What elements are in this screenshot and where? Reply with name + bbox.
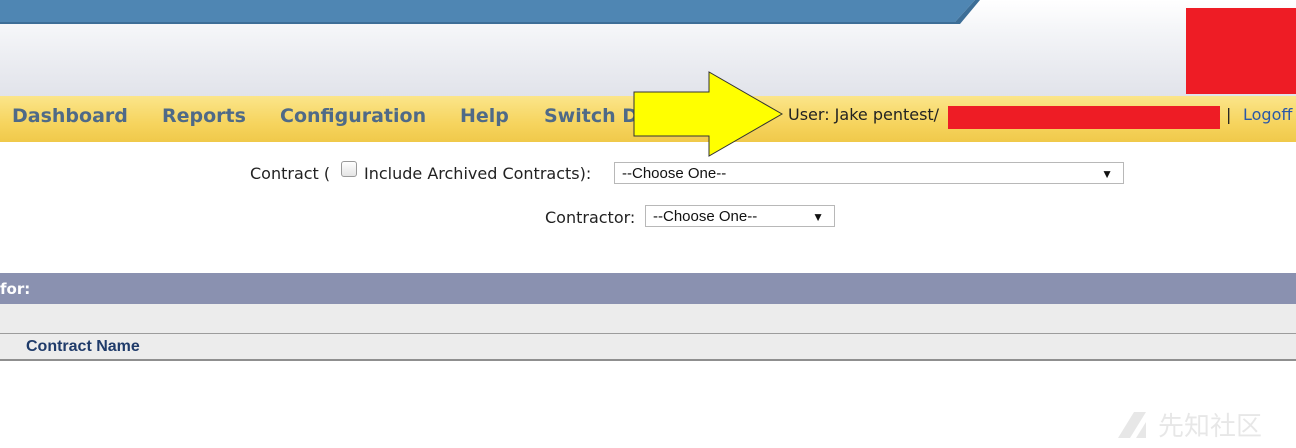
contract-select[interactable]: --Choose One-- ▼ bbox=[614, 162, 1124, 184]
nav-reports[interactable]: Reports bbox=[162, 96, 246, 142]
header-banner-band bbox=[0, 0, 980, 24]
watermark-text: 先知社区 bbox=[1158, 412, 1263, 442]
nav-configuration[interactable]: Configuration bbox=[280, 96, 426, 142]
redacted-logo bbox=[1186, 8, 1296, 94]
watermark: 先知社区 bbox=[1114, 404, 1284, 444]
chevron-down-icon: ▼ bbox=[1101, 167, 1113, 181]
results-table-header: Contract Name bbox=[0, 334, 1296, 361]
include-archived-label: Include Archived Contracts): bbox=[364, 164, 592, 183]
chevron-down-icon: ▼ bbox=[812, 210, 824, 224]
nav-help[interactable]: Help bbox=[460, 96, 509, 142]
nav-separator: | bbox=[1226, 105, 1232, 124]
app-header bbox=[0, 0, 1296, 96]
watermark-logo-icon bbox=[1118, 412, 1146, 438]
contract-label: Contract ( bbox=[250, 164, 331, 183]
redacted-username bbox=[948, 106, 1220, 129]
nav-dashboard[interactable]: Dashboard bbox=[12, 96, 128, 142]
contractor-select[interactable]: --Choose One-- ▼ bbox=[645, 205, 835, 227]
contractor-select-value: --Choose One-- bbox=[653, 208, 758, 225]
nav-switch-d[interactable]: Switch D bbox=[544, 96, 638, 142]
include-archived-checkbox[interactable] bbox=[341, 161, 357, 177]
contractor-label: Contractor: bbox=[545, 208, 636, 227]
logoff-link[interactable]: Logoff bbox=[1243, 96, 1292, 142]
contract-select-value: --Choose One-- bbox=[622, 165, 727, 182]
results-section-header: for: bbox=[0, 273, 1296, 304]
results-filter-row bbox=[0, 304, 1296, 334]
main-nav-bar: Dashboard Reports Configuration Help Swi… bbox=[0, 96, 1296, 142]
user-label: User: Jake pentest/ bbox=[788, 105, 940, 124]
column-header-contract-name[interactable]: Contract Name bbox=[26, 334, 140, 359]
